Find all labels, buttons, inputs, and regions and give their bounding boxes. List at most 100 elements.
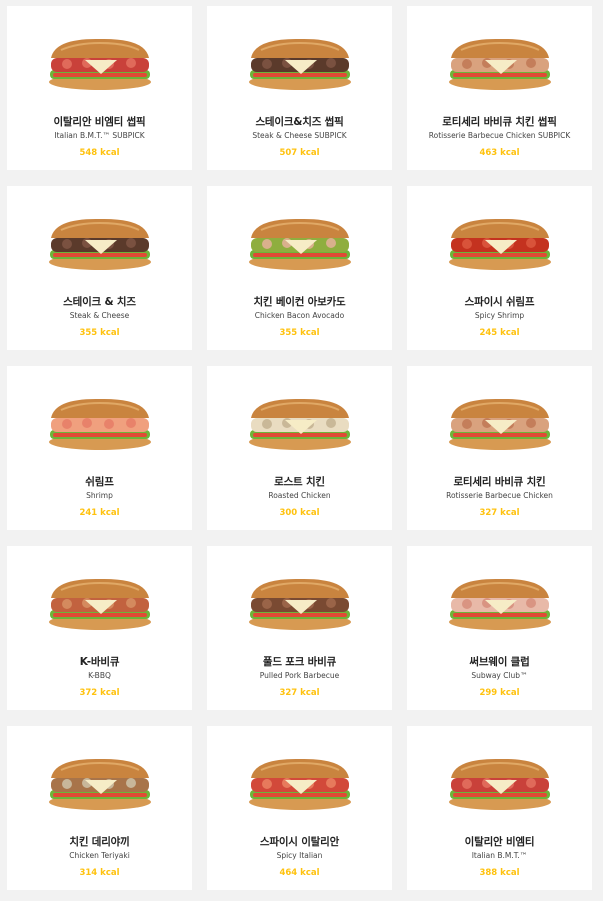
menu-card[interactable]: K-바비큐 K-BBQ 372 kcal bbox=[7, 546, 192, 710]
menu-card[interactable]: 쉬림프 Shrimp 241 kcal bbox=[7, 366, 192, 530]
filling-detail bbox=[326, 238, 336, 248]
filling-detail bbox=[126, 598, 136, 608]
calorie-label: 299 kcal bbox=[479, 688, 520, 698]
menu-card[interactable]: 스파이시 쉬림프 Spicy Shrimp 245 kcal bbox=[407, 186, 592, 350]
sandwich-image bbox=[447, 394, 553, 452]
sandwich-image bbox=[247, 214, 353, 272]
calorie-label: 245 kcal bbox=[479, 328, 520, 338]
menu-name-english: K-BBQ bbox=[88, 671, 111, 680]
menu-card[interactable]: 로티세리 바비큐 치킨 Rotisserie Barbecue Chicken 32… bbox=[407, 366, 592, 530]
filling-detail bbox=[126, 58, 136, 68]
menu-name-korean: 치킨 베이컨 아보카도 bbox=[253, 296, 346, 308]
menu-name-korean: 이탈리안 비엠티 bbox=[464, 836, 535, 848]
filling-detail bbox=[126, 238, 136, 248]
sandwich-image bbox=[447, 754, 553, 812]
tomato-layer bbox=[53, 433, 147, 437]
filling-detail bbox=[126, 418, 136, 428]
filling-detail bbox=[526, 778, 536, 788]
tomato-layer bbox=[453, 793, 547, 797]
menu-card[interactable]: 로스트 치킨 Roasted Chicken 300 kcal bbox=[207, 366, 392, 530]
sandwich-image bbox=[47, 34, 153, 92]
calorie-label: 355 kcal bbox=[79, 328, 120, 338]
calorie-label: 300 kcal bbox=[279, 508, 320, 518]
filling-detail bbox=[462, 59, 472, 69]
calorie-label: 464 kcal bbox=[279, 868, 320, 878]
calorie-label: 327 kcal bbox=[279, 688, 320, 698]
sandwich-image bbox=[247, 754, 353, 812]
filling-detail bbox=[62, 239, 72, 249]
filling-detail bbox=[526, 598, 536, 608]
menu-name-english: Steak & Cheese SUBPICK bbox=[252, 131, 347, 140]
menu-card[interactable]: 스파이시 이탈리안 Spicy Italian 464 kcal bbox=[207, 726, 392, 890]
menu-name-korean: 치킨 데리야끼 bbox=[69, 836, 130, 848]
menu-card[interactable]: 치킨 베이컨 아보카도 Chicken Bacon Avocado 355 kcal bbox=[207, 186, 392, 350]
menu-name-english: Italian B.M.T.™ SUBPICK bbox=[54, 131, 145, 140]
tomato-layer bbox=[253, 253, 347, 257]
filling-detail bbox=[462, 419, 472, 429]
filling-detail bbox=[262, 239, 272, 249]
tomato-layer bbox=[53, 73, 147, 77]
menu-name-korean: 쉬림프 bbox=[85, 476, 114, 488]
menu-name-korean: 스테이크&치즈 썹픽 bbox=[255, 116, 344, 128]
sandwich-image bbox=[247, 394, 353, 452]
tomato-layer bbox=[253, 433, 347, 437]
sandwich-image bbox=[47, 214, 153, 272]
tomato-layer bbox=[53, 613, 147, 617]
menu-name-korean: 스테이크 & 치즈 bbox=[63, 296, 136, 308]
menu-name-english: Chicken Bacon Avocado bbox=[254, 311, 345, 320]
menu-name-english: Shrimp bbox=[86, 491, 113, 500]
menu-name-english: Subway Club™ bbox=[471, 671, 528, 680]
tomato-layer bbox=[253, 73, 347, 77]
tomato-layer bbox=[253, 793, 347, 797]
calorie-label: 463 kcal bbox=[479, 148, 520, 158]
menu-card[interactable]: 스테이크&치즈 썹픽 Steak & Cheese SUBPICK 507 kcal bbox=[207, 6, 392, 170]
tomato-layer bbox=[453, 73, 547, 77]
filling-detail bbox=[526, 418, 536, 428]
menu-name-korean: 스파이시 이탈리안 bbox=[259, 836, 340, 848]
menu-name-english: Italian B.M.T.™ bbox=[471, 851, 528, 860]
menu-name-korean: 로티세리 바비큐 치킨 bbox=[453, 476, 546, 488]
menu-name-korean: 이탈리안 비엠티 썹픽 bbox=[53, 116, 146, 128]
menu-card[interactable]: 풀드 포크 바비큐 Pulled Pork Barbecue 327 kcal bbox=[207, 546, 392, 710]
tomato-layer bbox=[453, 253, 547, 257]
menu-name-english: Chicken Teriyaki bbox=[69, 851, 130, 860]
menu-name-english: Spicy Italian bbox=[276, 851, 323, 860]
sandwich-image bbox=[47, 754, 153, 812]
sandwich-image bbox=[447, 34, 553, 92]
filling-detail bbox=[126, 778, 136, 788]
menu-card[interactable]: 스테이크 & 치즈 Steak & Cheese 355 kcal bbox=[7, 186, 192, 350]
menu-name-english: Steak & Cheese bbox=[69, 311, 130, 320]
calorie-label: 507 kcal bbox=[279, 148, 320, 158]
calorie-label: 355 kcal bbox=[279, 328, 320, 338]
tomato-layer bbox=[253, 613, 347, 617]
filling-detail bbox=[262, 779, 272, 789]
calorie-label: 241 kcal bbox=[79, 508, 120, 518]
filling-detail bbox=[526, 238, 536, 248]
menu-name-korean: K-바비큐 bbox=[79, 656, 120, 668]
menu-card[interactable]: 이탈리안 비엠티 Italian B.M.T.™ 388 kcal bbox=[407, 726, 592, 890]
menu-name-korean: 스파이시 쉬림프 bbox=[464, 296, 535, 308]
filling-detail bbox=[82, 418, 92, 428]
menu-name-korean: 로티세리 바비큐 치킨 썹픽 bbox=[442, 116, 557, 128]
menu-card[interactable]: 치킨 데리야끼 Chicken Teriyaki 314 kcal bbox=[7, 726, 192, 890]
filling-detail bbox=[62, 419, 72, 429]
filling-detail bbox=[62, 779, 72, 789]
menu-name-korean: 써브웨이 클럽 bbox=[469, 656, 530, 668]
filling-detail bbox=[326, 598, 336, 608]
menu-card[interactable]: 이탈리안 비엠티 썹픽 Italian B.M.T.™ SUBPICK 548 kc… bbox=[7, 6, 192, 170]
tomato-layer bbox=[453, 613, 547, 617]
menu-card[interactable]: 써브웨이 클럽 Subway Club™ 299 kcal bbox=[407, 546, 592, 710]
menu-name-english: Rotisserie Barbecue Chicken bbox=[446, 491, 553, 500]
menu-name-korean: 풀드 포크 바비큐 bbox=[262, 656, 337, 668]
menu-card[interactable]: 로티세리 바비큐 치킨 썹픽 Rotisserie Barbecue Chicke… bbox=[407, 6, 592, 170]
filling-detail bbox=[326, 58, 336, 68]
tomato-layer bbox=[53, 793, 147, 797]
sandwich-image bbox=[47, 394, 153, 452]
sandwich-image bbox=[447, 214, 553, 272]
filling-detail bbox=[526, 58, 536, 68]
sandwich-image bbox=[47, 574, 153, 632]
menu-name-english: Spicy Shrimp bbox=[474, 311, 525, 320]
calorie-label: 548 kcal bbox=[79, 148, 120, 158]
calorie-label: 388 kcal bbox=[479, 868, 520, 878]
filling-detail bbox=[326, 778, 336, 788]
